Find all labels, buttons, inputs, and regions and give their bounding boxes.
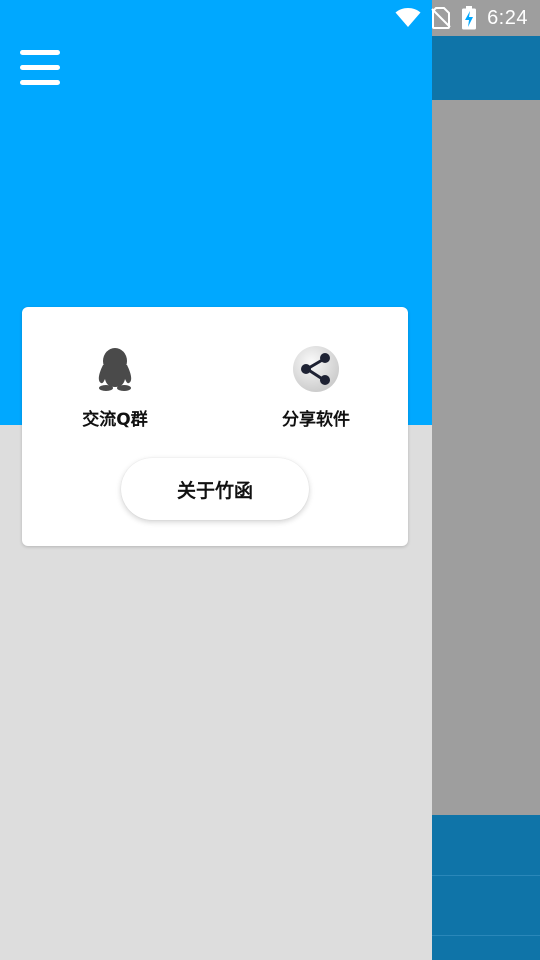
qq-penguin-icon xyxy=(98,348,132,391)
qq-group-button[interactable]: 交流Q群 xyxy=(55,345,175,430)
background-scrim[interactable] xyxy=(432,0,540,960)
background-bottom-panel xyxy=(432,815,540,960)
share-app-button[interactable]: 分享软件 xyxy=(256,345,376,430)
share-icon xyxy=(293,346,339,392)
hamburger-menu-icon[interactable] xyxy=(18,48,62,88)
drawer-card: 交流Q群 分享软件 关于竹函 xyxy=(22,307,408,546)
no-sim-icon xyxy=(431,7,451,29)
about-button[interactable]: 关于竹函 xyxy=(121,458,309,520)
background-divider xyxy=(432,875,540,876)
navigation-drawer: 交流Q群 分享软件 关于竹函 xyxy=(0,0,432,960)
wifi-icon xyxy=(395,8,421,27)
background-divider xyxy=(432,935,540,936)
qq-group-label: 交流Q群 xyxy=(82,410,148,430)
share-app-label: 分享软件 xyxy=(282,410,350,430)
status-bar: 6:24 xyxy=(395,0,540,36)
status-time: 6:24 xyxy=(487,6,528,29)
background-app-bar xyxy=(432,36,540,100)
battery-charging-icon xyxy=(462,6,477,30)
